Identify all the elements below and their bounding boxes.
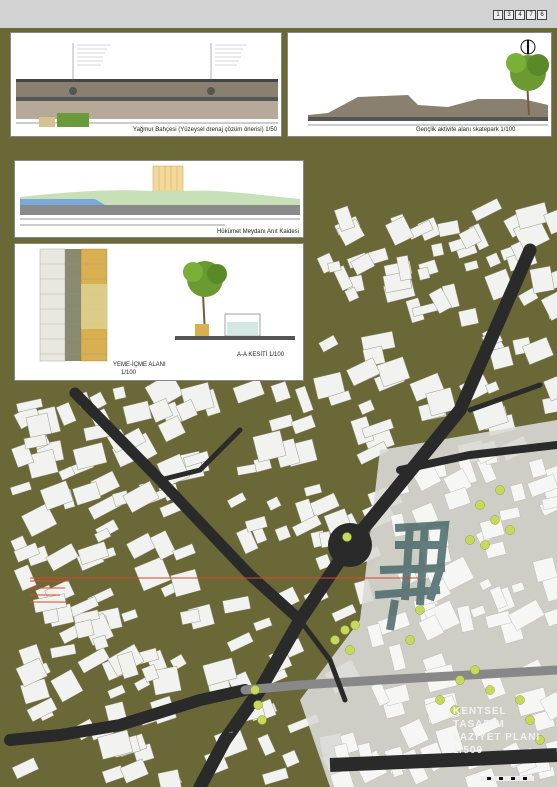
- section-note: [30, 578, 100, 608]
- tree-icon: [250, 685, 260, 695]
- tree-icon: [340, 625, 350, 635]
- tree-icon: [505, 525, 515, 535]
- tree-icon: [435, 695, 445, 705]
- rain-garden-section: [16, 43, 278, 127]
- eating-area-drawings: [39, 248, 295, 362]
- skatepark-caption: Gençlik aktivite alanı skatepark 1/100: [416, 127, 516, 133]
- tree-icon: [515, 695, 525, 705]
- tree-icon: [480, 540, 490, 550]
- urban-design-board: 1 3 4 7 6 → Yağmur Bahçesi (Yüzeysel dre…: [0, 0, 557, 787]
- tree-icon: [455, 675, 465, 685]
- building-block: [25, 412, 52, 439]
- tree-icon: [490, 515, 500, 525]
- tree-icon: [257, 715, 267, 725]
- plan-title: KENTSEL TASARIM VAZİYET PLANI 1/500: [453, 705, 557, 757]
- tree-icon: [415, 605, 425, 615]
- monument-panel: Hükümet Meydanı Anıt Kaidesi: [14, 160, 304, 238]
- building-block: [112, 386, 127, 401]
- tree-icon: [470, 665, 480, 675]
- tree-icon: [405, 635, 415, 645]
- eating-area-plan-scale: 1/100: [121, 370, 137, 376]
- eating-area-plan: [39, 248, 108, 362]
- rain-garden-caption: Yağmur Bahçesi (Yüzeysel drenaj çözüm ön…: [133, 127, 277, 133]
- tree-icon: [253, 700, 263, 710]
- tree-icon: [495, 485, 505, 495]
- scale-bar: [480, 776, 534, 781]
- monument-caption: Hükümet Meydanı Anıt Kaidesi: [216, 229, 299, 235]
- tree-icon: [345, 645, 355, 655]
- eating-area-plan-caption: YEME-İÇME ALANI: [113, 362, 166, 368]
- section-note-lines-icon: [30, 580, 70, 603]
- eating-area-section-caption: A-A KESİTİ 1/100: [237, 352, 285, 358]
- plan-title-line3: 1/500: [453, 745, 484, 756]
- monument-section: [20, 165, 300, 226]
- road-arrow-icon: →: [228, 729, 234, 735]
- tree-icon: [475, 500, 485, 510]
- building-block: [430, 242, 445, 258]
- plan-title-line1: KENTSEL TASARIM: [453, 706, 507, 730]
- tree-icon: [330, 635, 340, 645]
- roundabout: [328, 523, 372, 567]
- tree-icon: [342, 532, 352, 542]
- skatepark-panel: Gençlik aktivite alanı skatepark 1/100: [287, 32, 552, 137]
- rain-garden-panel: Yağmur Bahçesi (Yüzeysel drenaj çözüm ön…: [10, 32, 282, 137]
- plan-title-line2: VAZİYET PLANI: [453, 732, 541, 743]
- tree-icon: [350, 620, 360, 630]
- eating-area-panel: YEME-İÇME ALANI 1/100 A-A KESİTİ 1/100: [14, 243, 304, 381]
- building-block: [529, 265, 555, 294]
- skatepark-section: [308, 39, 549, 126]
- north-arrow-icon: [520, 39, 536, 55]
- tree-icon: [465, 535, 475, 545]
- eating-area-section: [175, 261, 295, 340]
- scale-bar-segment: [528, 776, 534, 781]
- tree-icon: [485, 685, 495, 695]
